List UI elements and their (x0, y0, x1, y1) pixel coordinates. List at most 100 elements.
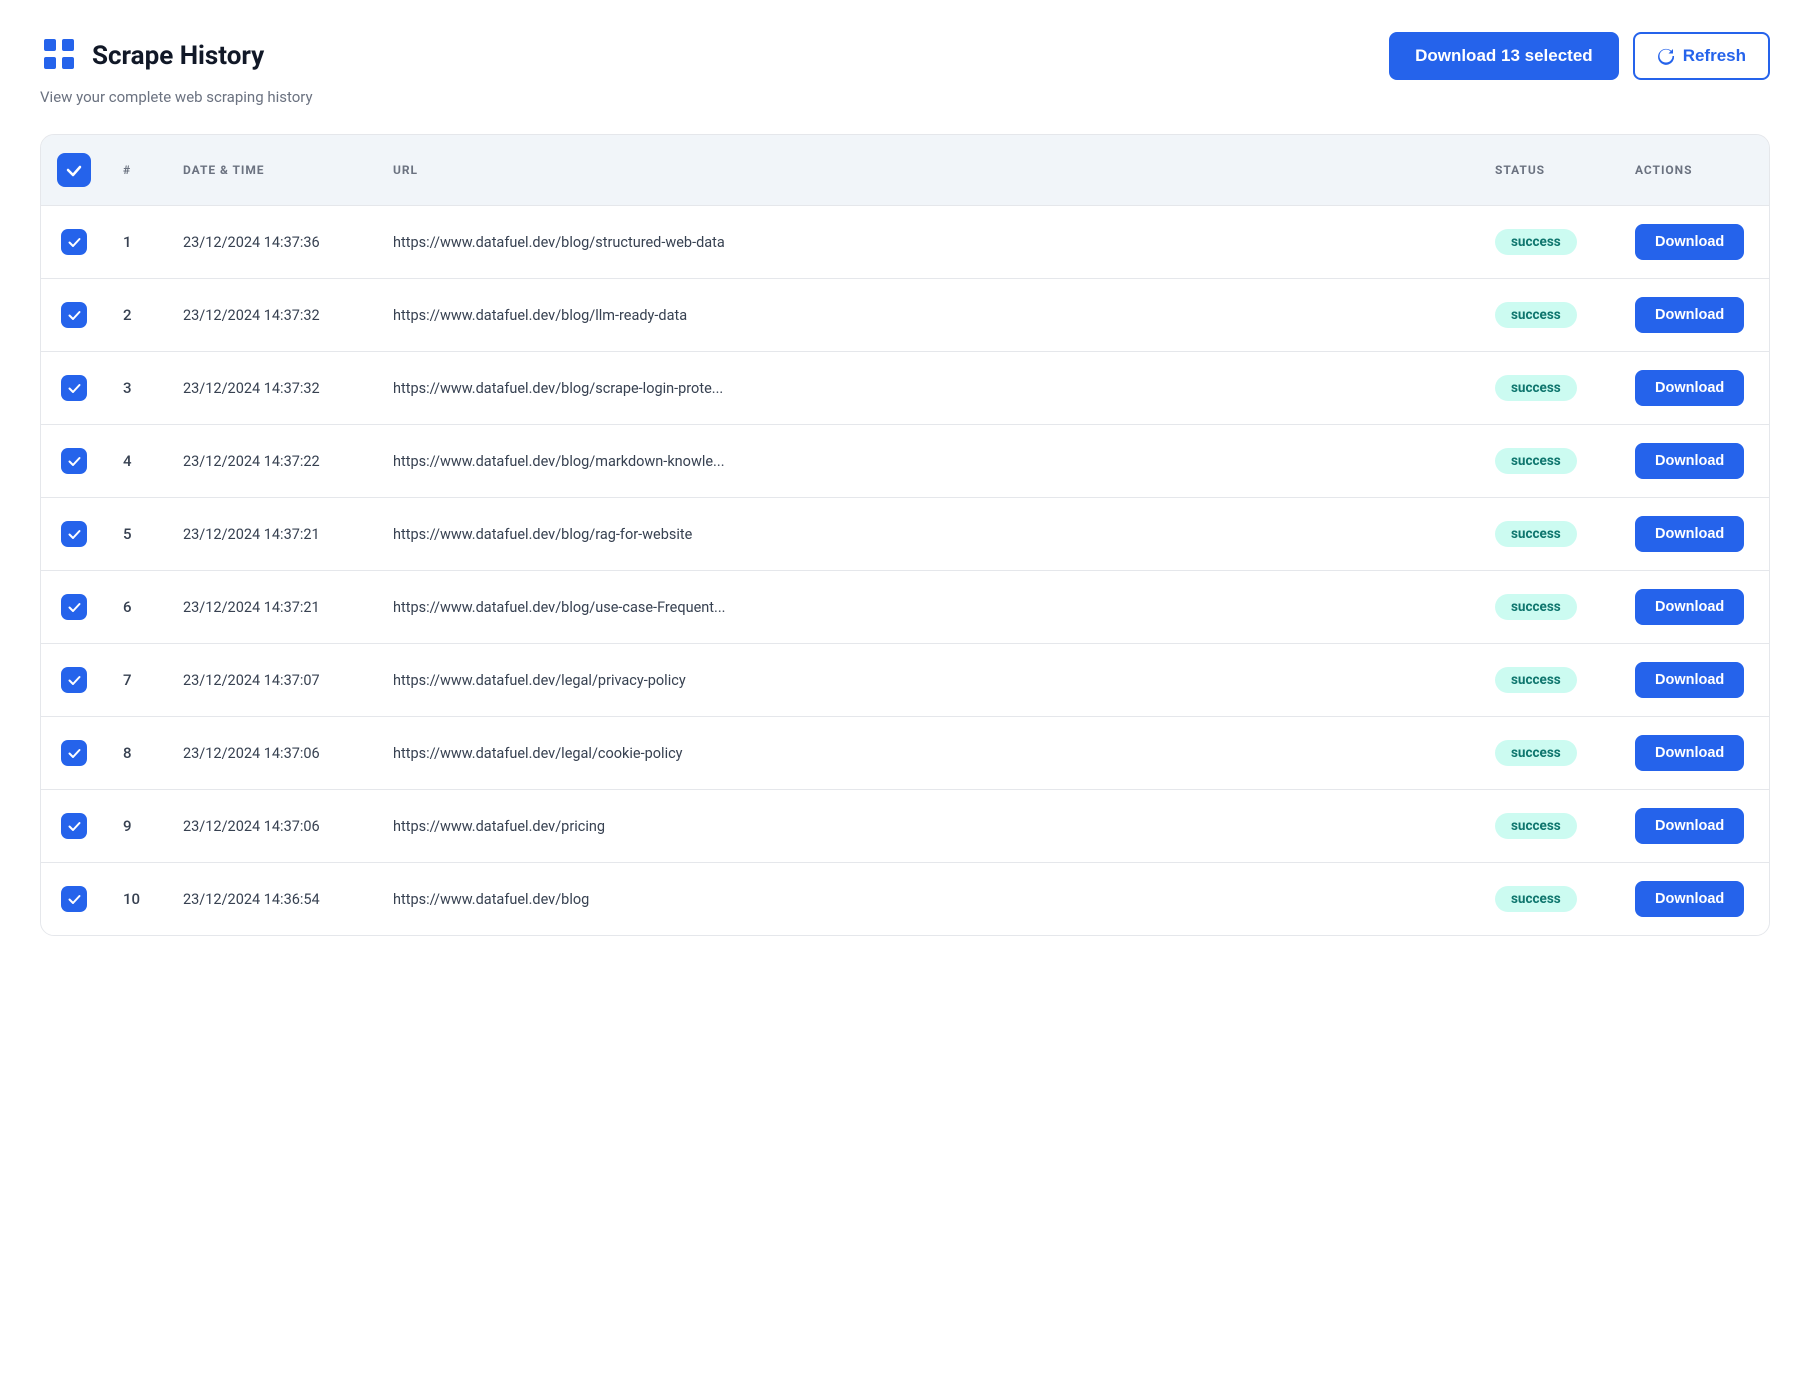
row-url: https://www.datafuel.dev/pricing (377, 790, 1479, 863)
row-url: https://www.datafuel.dev/blog/structured… (377, 206, 1479, 279)
checkmark-icon (67, 454, 82, 469)
checkmark-icon (67, 308, 82, 323)
row-number: 4 (107, 425, 167, 498)
table-row: 5 23/12/2024 14:37:21 https://www.datafu… (41, 498, 1769, 571)
row-checkbox[interactable] (61, 302, 87, 328)
checkbox-checked[interactable] (61, 448, 87, 474)
row-date: 23/12/2024 14:37:22 (167, 425, 377, 498)
download-button[interactable]: Download (1635, 516, 1744, 552)
row-checkbox[interactable] (61, 886, 87, 912)
row-checkbox[interactable] (61, 813, 87, 839)
row-checkbox[interactable] (61, 740, 87, 766)
checkmark-icon (67, 600, 82, 615)
row-checkbox[interactable] (61, 667, 87, 693)
refresh-label: Refresh (1683, 46, 1746, 66)
download-button[interactable]: Download (1635, 589, 1744, 625)
download-button[interactable]: Download (1635, 224, 1744, 260)
status-badge: success (1495, 813, 1577, 839)
row-url: https://www.datafuel.dev/blog/rag-for-we… (377, 498, 1479, 571)
row-number: 8 (107, 717, 167, 790)
row-url: https://www.datafuel.dev/blog/markdown-k… (377, 425, 1479, 498)
page-header: Scrape History Download 13 selected Refr… (40, 32, 1770, 80)
row-checkbox-cell (41, 279, 107, 352)
checkbox-checked[interactable] (61, 302, 87, 328)
select-all-checkbox[interactable] (57, 153, 91, 187)
checkmark-icon (67, 746, 82, 761)
col-header-url: URL (377, 135, 1479, 206)
row-date: 23/12/2024 14:37:36 (167, 206, 377, 279)
row-number: 7 (107, 644, 167, 717)
table-row: 10 23/12/2024 14:36:54 https://www.dataf… (41, 863, 1769, 936)
row-checkbox[interactable] (61, 448, 87, 474)
download-button[interactable]: Download (1635, 370, 1744, 406)
col-header-date: DATE & TIME (167, 135, 377, 206)
download-button[interactable]: Download (1635, 443, 1744, 479)
checkbox-checked[interactable] (61, 813, 87, 839)
checkmark-icon (67, 673, 82, 688)
checkbox-checked[interactable] (61, 521, 87, 547)
checkbox-checked[interactable] (61, 229, 87, 255)
download-selected-button[interactable]: Download 13 selected (1389, 32, 1619, 80)
row-status-cell: success (1479, 571, 1619, 644)
checkmark-icon (67, 527, 82, 542)
row-checkbox[interactable] (61, 375, 87, 401)
col-header-actions: ACTIONS (1619, 135, 1769, 206)
checkbox-checked[interactable] (61, 375, 87, 401)
row-number: 1 (107, 206, 167, 279)
row-date: 23/12/2024 14:37:21 (167, 498, 377, 571)
status-badge: success (1495, 594, 1577, 620)
status-badge: success (1495, 448, 1577, 474)
checkbox-checked[interactable] (61, 740, 87, 766)
grid-icon (40, 35, 78, 77)
row-status-cell: success (1479, 425, 1619, 498)
row-checkbox[interactable] (61, 521, 87, 547)
header-left: Scrape History (40, 35, 264, 77)
row-url: https://www.datafuel.dev/legal/cookie-po… (377, 717, 1479, 790)
col-header-status: STATUS (1479, 135, 1619, 206)
row-actions-cell: Download (1619, 352, 1769, 425)
row-actions-cell: Download (1619, 571, 1769, 644)
table-row: 3 23/12/2024 14:37:32 https://www.datafu… (41, 352, 1769, 425)
row-checkbox[interactable] (61, 229, 87, 255)
page-subtitle: View your complete web scraping history (40, 88, 1770, 106)
table-row: 2 23/12/2024 14:37:32 https://www.datafu… (41, 279, 1769, 352)
table-container: # DATE & TIME URL STATUS ACTIONS 1 23/1 (40, 134, 1770, 936)
download-button[interactable]: Download (1635, 297, 1744, 333)
row-checkbox-cell (41, 352, 107, 425)
checkbox-checked[interactable] (61, 594, 87, 620)
row-actions-cell: Download (1619, 279, 1769, 352)
row-date: 23/12/2024 14:37:06 (167, 717, 377, 790)
row-number: 3 (107, 352, 167, 425)
status-badge: success (1495, 302, 1577, 328)
status-badge: success (1495, 886, 1577, 912)
checkmark-icon (67, 381, 82, 396)
row-url: https://www.datafuel.dev/blog/use-case-F… (377, 571, 1479, 644)
download-button[interactable]: Download (1635, 881, 1744, 917)
table-row: 7 23/12/2024 14:37:07 https://www.datafu… (41, 644, 1769, 717)
checkbox-checked[interactable] (61, 667, 87, 693)
row-checkbox[interactable] (61, 594, 87, 620)
row-checkbox-cell (41, 425, 107, 498)
download-button[interactable]: Download (1635, 662, 1744, 698)
checkbox-checked[interactable] (61, 886, 87, 912)
row-date: 23/12/2024 14:37:07 (167, 644, 377, 717)
page-title: Scrape History (92, 41, 264, 71)
row-checkbox-cell (41, 571, 107, 644)
row-actions-cell: Download (1619, 644, 1769, 717)
table-body: 1 23/12/2024 14:37:36 https://www.datafu… (41, 206, 1769, 936)
download-button[interactable]: Download (1635, 808, 1744, 844)
row-checkbox-cell (41, 498, 107, 571)
row-number: 2 (107, 279, 167, 352)
row-actions-cell: Download (1619, 863, 1769, 936)
refresh-button[interactable]: Refresh (1633, 32, 1770, 80)
row-url: https://www.datafuel.dev/blog/llm-ready-… (377, 279, 1479, 352)
row-status-cell: success (1479, 279, 1619, 352)
checkmark-icon (67, 235, 82, 250)
row-actions-cell: Download (1619, 790, 1769, 863)
status-badge: success (1495, 375, 1577, 401)
row-status-cell: success (1479, 352, 1619, 425)
row-date: 23/12/2024 14:37:32 (167, 279, 377, 352)
download-button[interactable]: Download (1635, 735, 1744, 771)
row-status-cell: success (1479, 790, 1619, 863)
check-all-icon (64, 160, 84, 180)
